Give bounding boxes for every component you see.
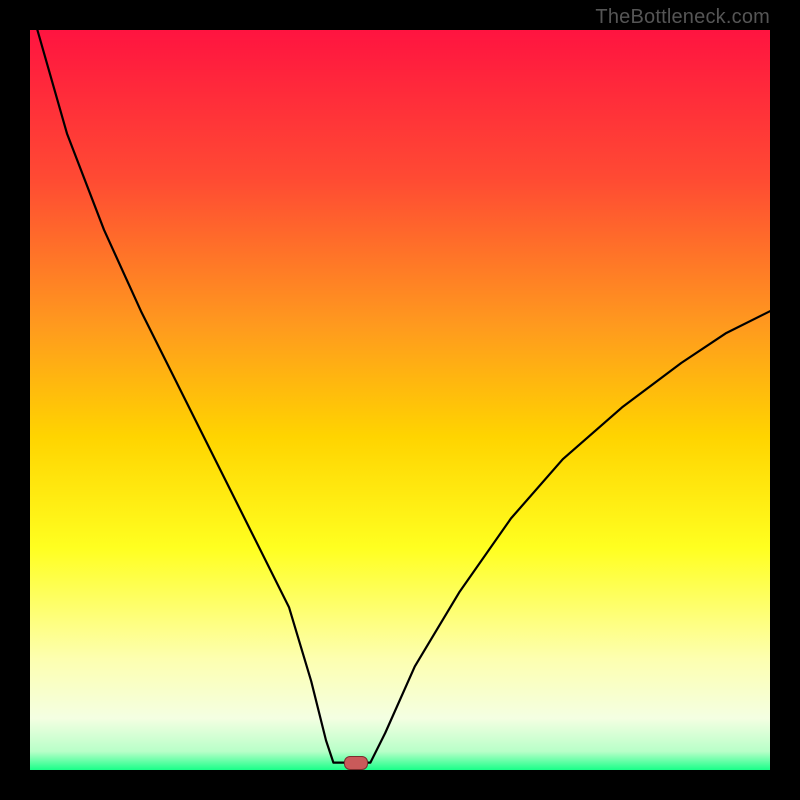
- bottleneck-curve: [30, 30, 770, 770]
- watermark-text: TheBottleneck.com: [595, 6, 770, 29]
- optimal-marker: [344, 756, 368, 770]
- plot-area: [30, 30, 770, 770]
- chart-frame: TheBottleneck.com: [0, 0, 800, 800]
